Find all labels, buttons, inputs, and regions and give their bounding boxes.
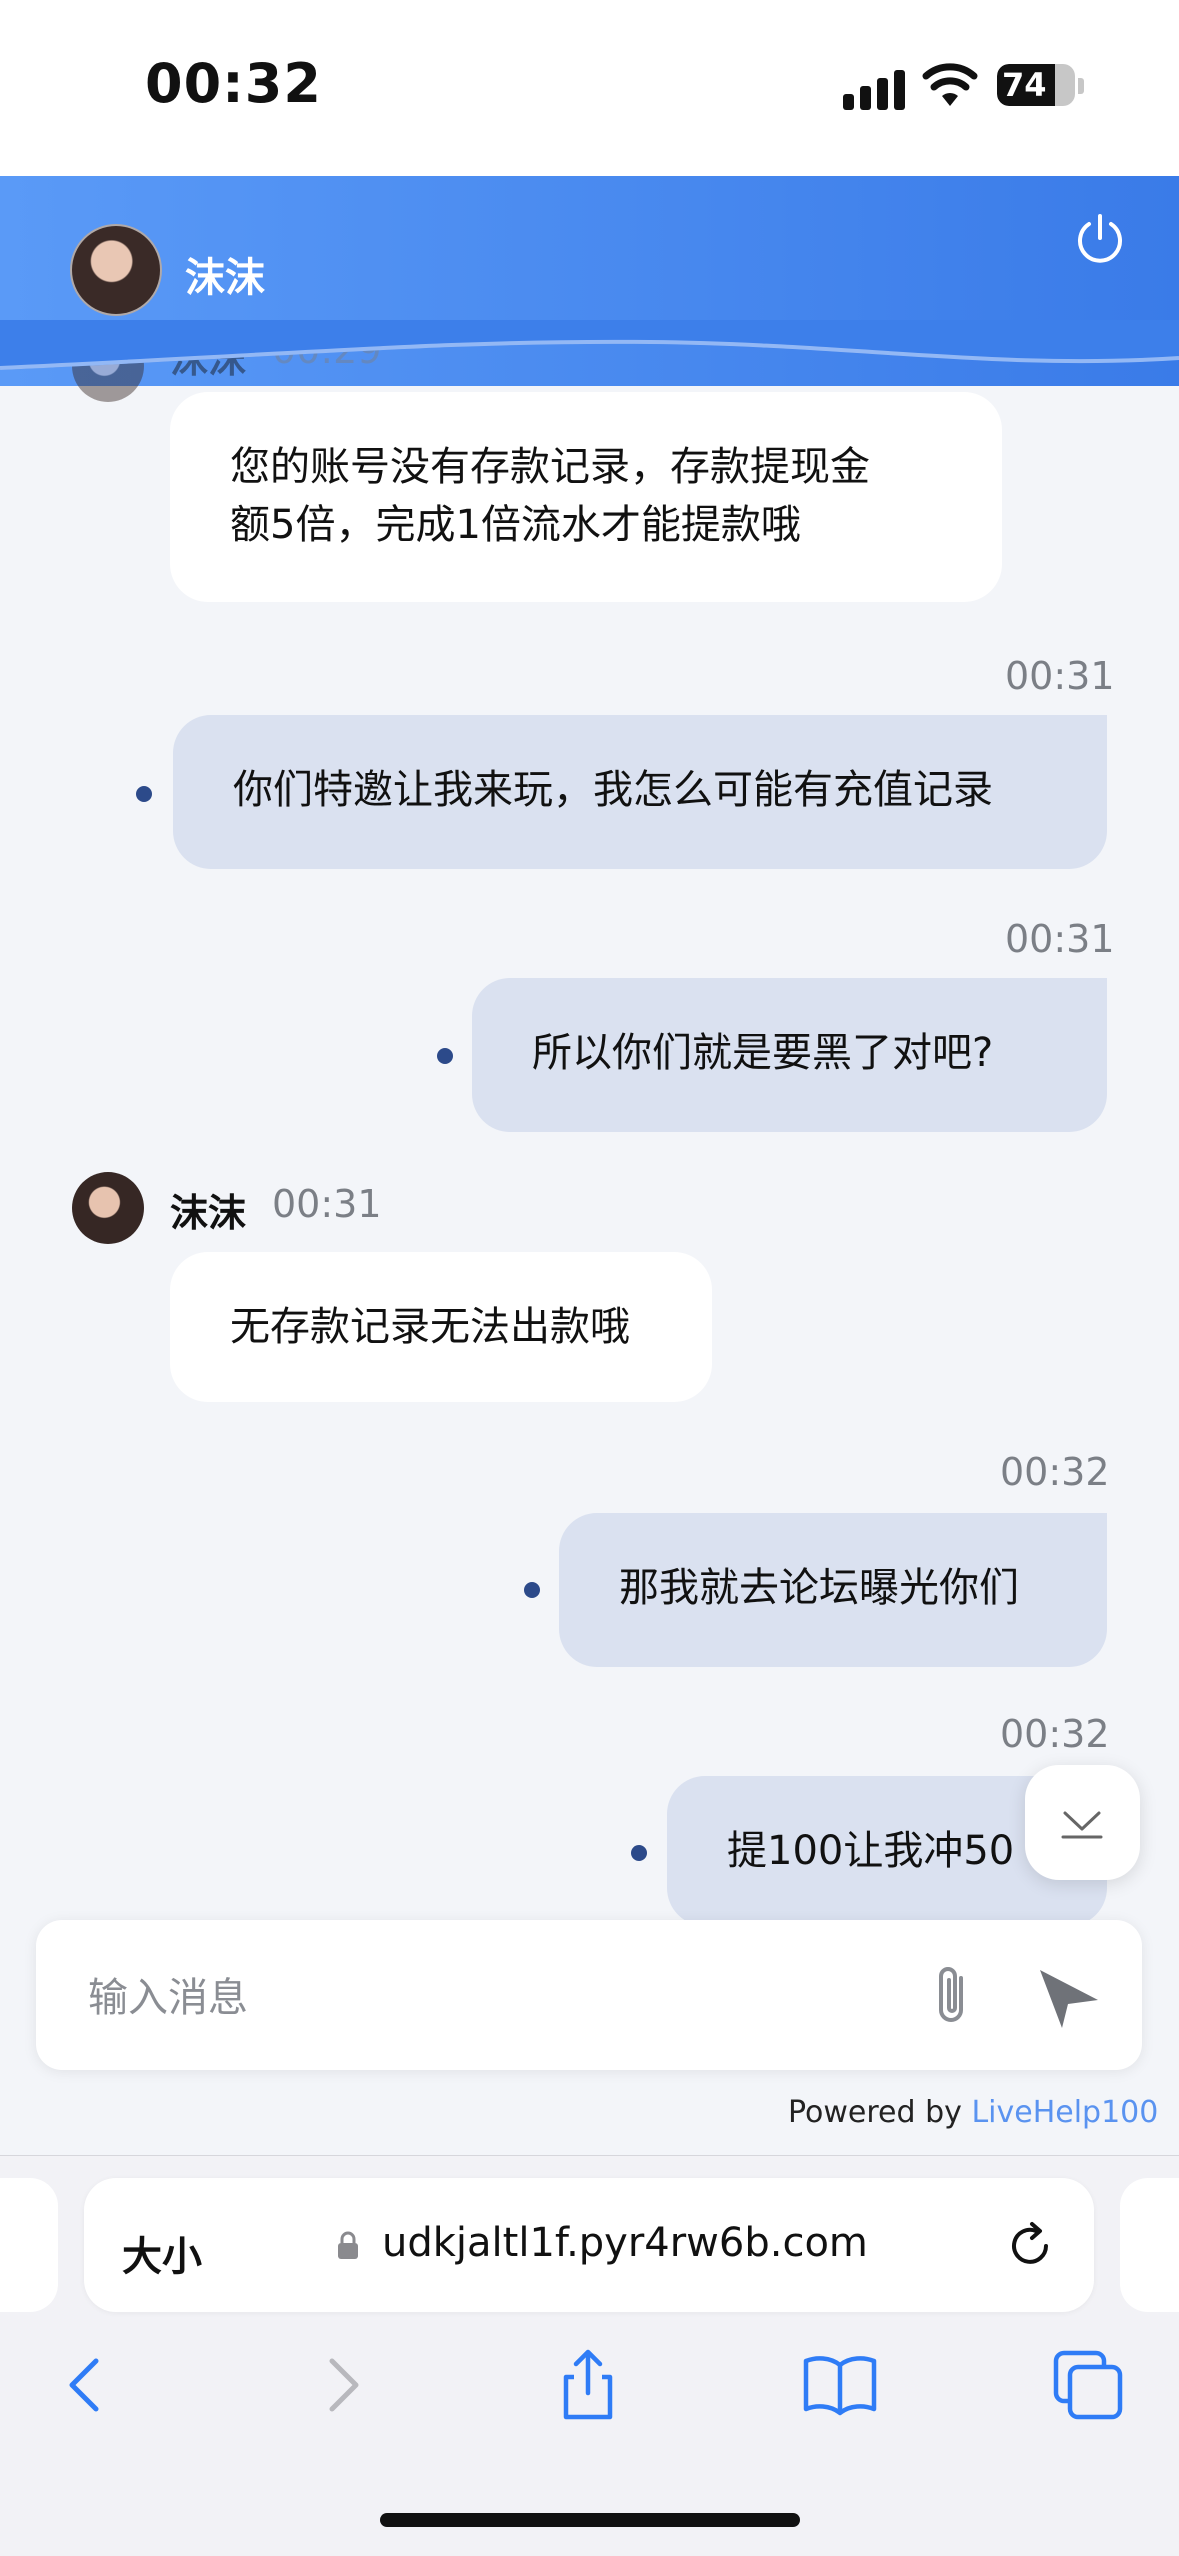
agent-avatar-small (72, 1172, 144, 1244)
message-bubble-user: 那我就去论坛曝光你们 (559, 1513, 1107, 1667)
message-sender: 沫沫 (170, 1191, 247, 1235)
forward-icon[interactable] (300, 2345, 380, 2425)
previous-tab[interactable] (0, 2178, 58, 2312)
message-bubble-agent: 无存款记录无法出款哦 (170, 1252, 712, 1402)
scroll-to-bottom-button[interactable] (1025, 1765, 1140, 1880)
agent-avatar (70, 224, 162, 316)
send-icon[interactable] (1032, 1960, 1104, 2032)
message-input-bar: 输入消息 (36, 1920, 1142, 2070)
read-status-dot (524, 1582, 540, 1598)
next-tab[interactable] (1120, 2178, 1179, 2312)
chevron-down-icon (1061, 1811, 1103, 1839)
battery-tip (1078, 78, 1084, 94)
message-line: 额5倍，完成1倍流水才能提款哦 (230, 502, 801, 548)
message-input[interactable]: 输入消息 (88, 1965, 248, 2023)
message-list[interactable]: 沫沫 00:29 您的账号没有存款记录，存款提现金 额5倍，完成1倍流水才能提款… (0, 328, 1179, 1926)
share-icon[interactable] (548, 2345, 628, 2425)
wifi-icon (922, 63, 978, 106)
lock-icon (338, 2231, 358, 2259)
livehelp-link[interactable]: LiveHelp100 (971, 2095, 1158, 2130)
reload-icon[interactable] (1002, 2218, 1058, 2274)
agent-name: 沫沫 (185, 255, 265, 301)
header-wave (0, 320, 1179, 370)
powered-by: Powered by LiveHelp100 (788, 2095, 1158, 2130)
paperclip-icon[interactable] (921, 1960, 983, 2032)
battery-icon: 74 (997, 64, 1075, 106)
message-time: 00:31 (1005, 917, 1115, 961)
browser-nav-bar (0, 2345, 1179, 2445)
message-bubble-user: 你们特邀让我来玩，我怎么可能有充值记录 (173, 715, 1107, 869)
home-indicator (380, 2513, 800, 2527)
read-status-dot (136, 786, 152, 802)
bookmarks-icon[interactable] (800, 2345, 880, 2425)
message-bubble-agent: 您的账号没有存款记录，存款提现金 额5倍，完成1倍流水才能提款哦 (170, 392, 1002, 602)
message-bubble-user: 所以你们就是要黑了对吧? (472, 978, 1107, 1132)
cellular-signal-icon (843, 66, 905, 110)
read-status-dot (437, 1048, 453, 1064)
message-time: 00:31 (1005, 654, 1115, 698)
powered-by-label: Powered by (788, 2095, 962, 2130)
address-bar[interactable]: 大小 udkjaltl1f.pyr4rw6b.com (84, 2178, 1094, 2312)
read-status-dot (631, 1845, 647, 1861)
status-bar: 00:32 74 (0, 0, 1179, 176)
message-line: 您的账号没有存款记录，存款提现金 (230, 444, 870, 490)
back-icon[interactable] (48, 2345, 128, 2425)
message-time: 00:32 (1000, 1712, 1110, 1756)
message-time: 00:32 (1000, 1450, 1110, 1494)
url-text[interactable]: udkjaltl1f.pyr4rw6b.com (382, 2220, 868, 2266)
text-size-button[interactable]: 大小 (122, 2224, 202, 2282)
message-time: 00:31 (272, 1182, 382, 1226)
battery-percent: 74 (1002, 66, 1047, 104)
status-time: 00:32 (145, 52, 322, 115)
power-icon[interactable] (1072, 210, 1128, 266)
tabs-icon[interactable] (1048, 2345, 1128, 2425)
